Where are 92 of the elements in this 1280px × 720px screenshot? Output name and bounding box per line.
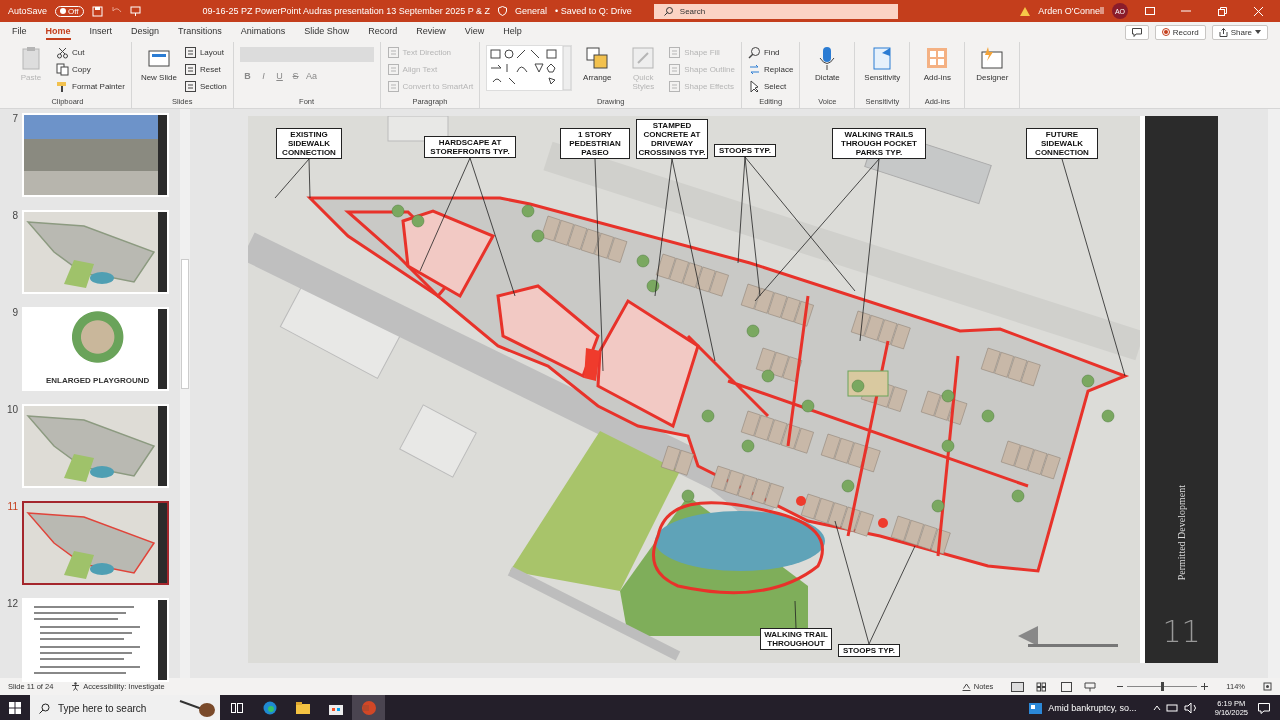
guitar-icon — [178, 697, 216, 719]
notes-icon — [961, 682, 971, 691]
brush-icon — [56, 80, 69, 93]
ribbon-tab[interactable]: View — [464, 24, 485, 40]
windows-logo-icon[interactable] — [9, 702, 21, 714]
scrollbar[interactable] — [1268, 109, 1280, 678]
ribbon-tab[interactable]: Home — [45, 24, 71, 40]
document-title: 09-16-25 PZ PowerPoint Audras presentation 13 September 2025 P & Z — [202, 6, 491, 16]
arrange-icon — [584, 45, 611, 71]
sensitivity-label: General — [515, 6, 548, 16]
ribbon-tab[interactable]: Animations — [240, 24, 286, 40]
callout-label: FUTURE SIDEWALK CONNECTION — [1026, 128, 1098, 159]
ribbon-button[interactable]: Find — [748, 45, 794, 60]
ribbon-button[interactable]: Reset — [183, 62, 227, 77]
callout-label: STOOPS TYP. — [714, 144, 776, 157]
ribbon-tab[interactable]: Help — [503, 24, 522, 40]
slide-page-number: 11 — [1162, 614, 1201, 649]
ribbon-button[interactable]: Add-ins — [916, 45, 959, 82]
ribbon-button[interactable]: New Slide — [137, 45, 180, 82]
ribbon-tab[interactable]: Insert — [89, 24, 113, 40]
fit-slide-icon[interactable] — [1263, 682, 1272, 691]
ribbon-button[interactable]: Format Painter — [56, 79, 125, 94]
cursor-icon — [748, 80, 761, 93]
quick-styles-icon — [630, 45, 657, 71]
caret-icon — [1255, 30, 1261, 34]
slide-number: 12 — [5, 598, 18, 609]
ribbon-tab[interactable]: Design — [131, 24, 160, 40]
ribbon-button[interactable]: Cut — [56, 45, 125, 60]
callout-label: STOOPS TYP. — [838, 644, 900, 657]
ribbon-tab[interactable]: Transitions — [178, 24, 222, 40]
search-icon — [39, 702, 50, 714]
slide-number: 10 — [5, 404, 18, 415]
slide-number: 8 — [11, 210, 18, 221]
autosave-label: AutoSave — [8, 6, 48, 16]
ribbon-button[interactable]: Layout — [183, 45, 227, 60]
ribbon-tab[interactable]: File — [12, 24, 27, 40]
zoom-in-icon[interactable] — [1201, 683, 1209, 690]
accessibility-icon — [71, 682, 81, 691]
ribbon-button[interactable]: Sensitivity — [861, 45, 904, 82]
callout-label: HARDSCAPE AT STOREFRONTS TYP. — [424, 136, 516, 158]
ribbon-button[interactable]: Replace — [748, 62, 794, 77]
search-field[interactable]: Search — [653, 3, 898, 19]
ribbon-tab[interactable]: Record — [368, 24, 398, 40]
shapes-gallery-icon[interactable] — [486, 45, 573, 91]
slide-number: 11 — [6, 501, 18, 512]
ribbon-button[interactable]: Dictate — [806, 45, 849, 82]
news-headline[interactable]: Amid bankruptcy, so... — [1048, 703, 1137, 713]
notification-icon[interactable] — [1258, 702, 1270, 714]
designer-icon — [979, 45, 1006, 71]
ribbon-button[interactable]: Select — [748, 79, 794, 94]
presentation-icon[interactable] — [129, 5, 141, 17]
comment-icon — [1131, 27, 1142, 37]
callout-label: WALKING TRAIL THROUGHOUT — [760, 628, 832, 650]
callout-label: WALKING TRAILS THROUGH POCKET PARKS TYP. — [832, 128, 926, 159]
callout-label: STAMPED CONCRETE AT DRIVEWAY CROSSINGS TYP. — [636, 119, 708, 159]
ribbon-button[interactable]: Arrange — [576, 45, 619, 82]
ribbon-button[interactable]: Designer — [971, 45, 1014, 82]
leader-line — [794, 600, 797, 629]
share-button[interactable]: Share — [1211, 24, 1268, 40]
ribbon-button[interactable]: Copy — [56, 62, 125, 77]
record-icon — [1161, 28, 1170, 36]
ribbon-button[interactable]: Section — [183, 79, 227, 94]
slide-side-title: Permitted Development — [1176, 484, 1187, 580]
news-icon[interactable] — [1029, 702, 1043, 714]
restore-icon[interactable] — [1217, 6, 1227, 16]
record-button[interactable]: Record — [1154, 24, 1206, 40]
search-icon — [663, 6, 673, 16]
ribbon-tab[interactable]: Slide Show — [304, 24, 350, 40]
replace-icon — [748, 63, 761, 76]
save-status: • Saved to Q: Drive — [555, 6, 632, 16]
shield-icon — [498, 6, 508, 16]
scissors-icon — [56, 46, 69, 59]
close-icon[interactable] — [1253, 6, 1263, 16]
square-icon — [668, 80, 682, 93]
share-icon — [1218, 27, 1228, 37]
slide-thumbnail[interactable]: ENLARGED PLAYGROUND — [22, 307, 169, 391]
user-name: Arden O'Connell — [1038, 6, 1104, 16]
callout-label: 1 STORY PEDESTRIAN PASEO — [560, 128, 630, 159]
thumbnail-caption: ENLARGED PLAYGROUND — [45, 376, 150, 387]
scrollbar[interactable] — [180, 109, 190, 678]
warning-icon — [1020, 6, 1031, 16]
ribbon-display-icon[interactable] — [1145, 7, 1155, 15]
leader-line — [274, 158, 311, 199]
callout-label: EXISTING SIDEWALK CONNECTION — [276, 128, 342, 159]
ribbon-tab[interactable]: Review — [416, 24, 446, 40]
search-icon — [748, 46, 761, 59]
save-icon[interactable] — [91, 5, 103, 17]
slide-number: 7 — [11, 113, 18, 124]
taskbar-search-field[interactable]: Type here to search — [30, 695, 220, 720]
pages-icon — [56, 63, 69, 76]
slide-number: 9 — [11, 307, 18, 318]
comments-button[interactable] — [1124, 24, 1149, 40]
